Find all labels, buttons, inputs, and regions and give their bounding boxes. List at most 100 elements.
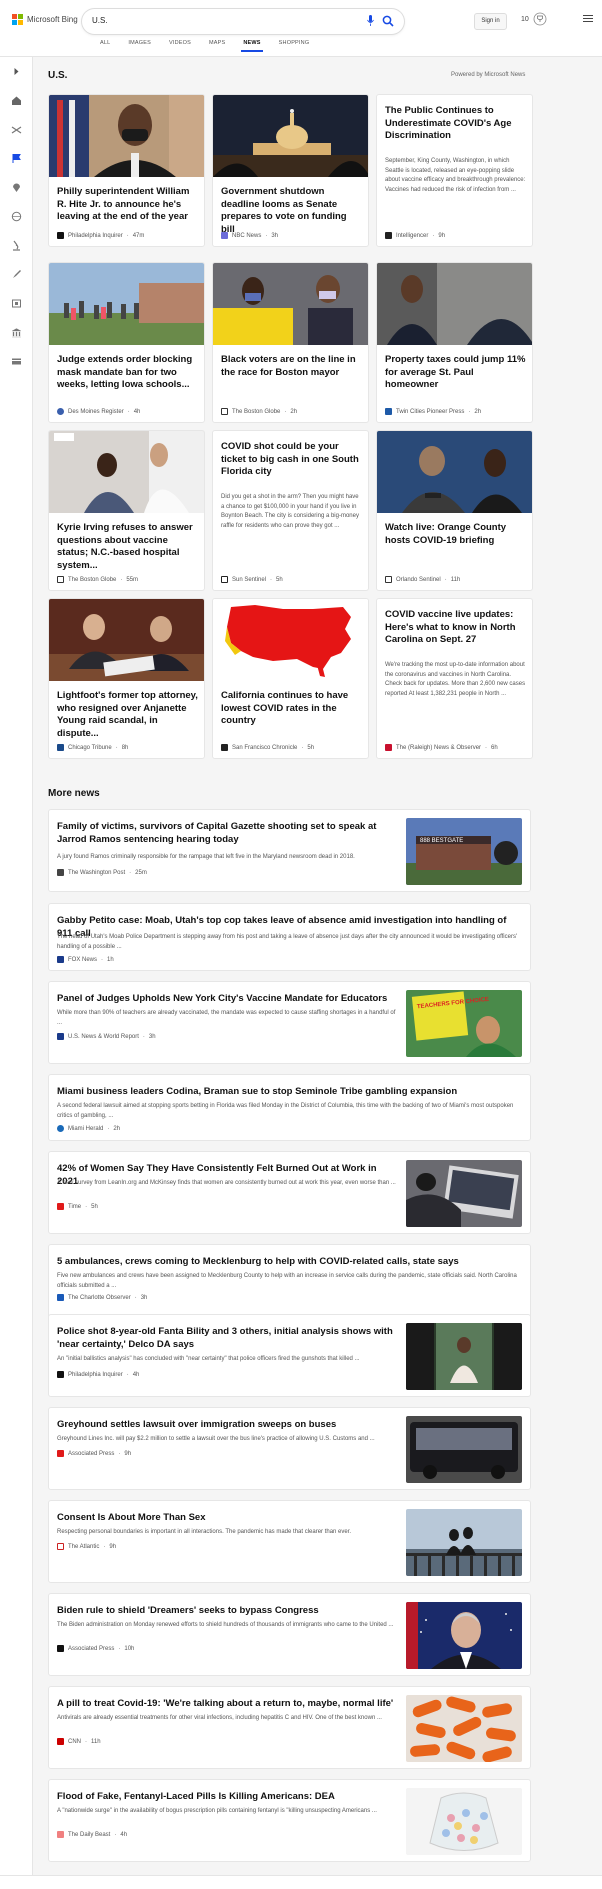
item-source[interactable]: Time · 5h bbox=[57, 1203, 98, 1210]
news-card[interactable]: Judge extends order blocking mask mandat… bbox=[48, 262, 205, 423]
card-icon[interactable] bbox=[11, 356, 22, 367]
card-title[interactable]: Philly superintendent William R. Hite Jr… bbox=[57, 186, 198, 224]
item-title[interactable]: Miami business leaders Codina, Braman su… bbox=[57, 1085, 522, 1098]
source-logo-icon bbox=[57, 1450, 64, 1457]
item-source[interactable]: U.S. News & World Report · 3h bbox=[57, 1033, 156, 1040]
news-card[interactable]: Watch live: Orange County hosts COVID-19… bbox=[376, 430, 533, 591]
item-source[interactable]: Philadelphia Inquirer · 4h bbox=[57, 1371, 139, 1378]
item-title[interactable]: 5 ambulances, crews coming to Mecklenbur… bbox=[57, 1255, 522, 1268]
news-list-item[interactable]: Family of victims, survivors of Capital … bbox=[48, 809, 531, 892]
news-image bbox=[49, 263, 204, 345]
item-title[interactable]: Family of victims, survivors of Capital … bbox=[57, 820, 397, 846]
microphone-icon[interactable] bbox=[367, 15, 374, 27]
powered-by[interactable]: Powered by Microsoft News bbox=[451, 72, 525, 78]
card-source[interactable]: Sun Sentinel · 5h bbox=[221, 576, 283, 583]
news-card[interactable]: COVID shot could be your ticket to big c… bbox=[212, 430, 369, 591]
item-title[interactable]: A pill to treat Covid-19: 'We're talking… bbox=[57, 1697, 397, 1710]
card-title[interactable]: Government shutdown deadline looms as Se… bbox=[221, 186, 362, 236]
globe-icon[interactable] bbox=[11, 211, 22, 222]
item-source[interactable]: Associated Press · 10h bbox=[57, 1645, 134, 1652]
item-source[interactable]: Miami Herald · 2h bbox=[57, 1125, 120, 1132]
news-list-item[interactable]: Greyhound settles lawsuit over immigrati… bbox=[48, 1407, 531, 1490]
news-list-item[interactable]: A pill to treat Covid-19: 'We're talking… bbox=[48, 1686, 531, 1769]
item-title[interactable]: Biden rule to shield 'Dreamers' seeks to… bbox=[57, 1604, 397, 1617]
item-snippet: An "initial ballistics analysis" has con… bbox=[57, 1356, 360, 1362]
item-title[interactable]: Panel of Judges Upholds New York City's … bbox=[57, 992, 397, 1005]
news-card[interactable]: Government shutdown deadline looms as Se… bbox=[212, 94, 369, 247]
flag-icon[interactable] bbox=[11, 153, 22, 164]
rewards-trophy-icon[interactable] bbox=[533, 12, 547, 26]
card-source[interactable]: NBC News · 3h bbox=[221, 232, 278, 239]
tab-news[interactable]: NEWS bbox=[234, 40, 269, 52]
item-title[interactable]: Flood of Fake, Fentanyl-Laced Pills Is K… bbox=[57, 1790, 397, 1803]
card-title[interactable]: COVID vaccine live updates: Here's what … bbox=[385, 609, 526, 647]
hamburger-menu-icon[interactable] bbox=[583, 15, 593, 23]
news-card[interactable]: Kyrie Irving refuses to answer questions… bbox=[48, 430, 205, 591]
item-source[interactable]: The Washington Post · 25m bbox=[57, 869, 147, 876]
search-icon[interactable] bbox=[382, 15, 394, 27]
item-source[interactable]: Associated Press · 9h bbox=[57, 1450, 131, 1457]
rewards-count[interactable]: 10 bbox=[521, 16, 529, 23]
search-input[interactable]: U.S. bbox=[92, 16, 108, 25]
microscope-icon[interactable] bbox=[11, 240, 22, 251]
news-list-item[interactable]: Gabby Petito case: Moab, Utah's top cop … bbox=[48, 903, 531, 971]
news-list-item[interactable]: Police shot 8-year-old Fanta Bility and … bbox=[48, 1314, 531, 1397]
card-title[interactable]: Black voters are on the line in the race… bbox=[221, 354, 362, 379]
card-source[interactable]: Twin Cities Pioneer Press · 2h bbox=[385, 408, 481, 415]
news-list-item[interactable]: 42% of Women Say They Have Consistently … bbox=[48, 1151, 531, 1234]
news-list-item[interactable]: Miami business leaders Codina, Braman su… bbox=[48, 1074, 531, 1141]
card-title[interactable]: The Public Continues to Underestimate CO… bbox=[385, 105, 526, 143]
news-card[interactable]: Philly superintendent William R. Hite Jr… bbox=[48, 94, 205, 247]
shuffle-icon[interactable] bbox=[11, 124, 22, 135]
tab-shopping[interactable]: SHOPPING bbox=[270, 40, 319, 52]
sign-in-button[interactable]: Sign in bbox=[474, 13, 507, 30]
bing-logo[interactable]: Microsoft Bing bbox=[12, 14, 78, 25]
tab-images[interactable]: IMAGES bbox=[119, 40, 160, 52]
tab-all[interactable]: ALL bbox=[91, 40, 119, 52]
item-title[interactable]: Police shot 8-year-old Fanta Bility and … bbox=[57, 1325, 397, 1351]
rocket-icon[interactable] bbox=[11, 269, 22, 280]
card-source[interactable]: The (Raleigh) News & Observer · 6h bbox=[385, 744, 498, 751]
card-source[interactable]: The Boston Globe · 55m bbox=[57, 576, 138, 583]
bank-icon[interactable] bbox=[11, 327, 22, 338]
news-list-item[interactable]: Panel of Judges Upholds New York City's … bbox=[48, 981, 531, 1064]
news-card[interactable]: Black voters are on the line in the race… bbox=[212, 262, 369, 423]
news-card[interactable]: Lightfoot's former top attorney, who res… bbox=[48, 598, 205, 759]
card-title[interactable]: Judge extends order blocking mask mandat… bbox=[57, 354, 198, 392]
card-source[interactable]: Intelligencer · 9h bbox=[385, 232, 445, 239]
card-title[interactable]: Property taxes could jump 11% for averag… bbox=[385, 354, 526, 392]
news-list-item[interactable]: Biden rule to shield 'Dreamers' seeks to… bbox=[48, 1593, 531, 1676]
news-card[interactable]: California continues to have lowest COVI… bbox=[212, 598, 369, 759]
card-source[interactable]: The Boston Globe · 2h bbox=[221, 408, 297, 415]
card-source[interactable]: Philadelphia Inquirer · 47m bbox=[57, 232, 144, 239]
item-source[interactable]: The Atlantic · 9h bbox=[57, 1543, 116, 1550]
card-source[interactable]: San Francisco Chronicle · 5h bbox=[221, 744, 314, 751]
item-source[interactable]: FOX News · 1h bbox=[57, 956, 114, 963]
expand-icon[interactable] bbox=[11, 66, 22, 77]
card-title[interactable]: Watch live: Orange County hosts COVID-19… bbox=[385, 522, 526, 547]
item-source[interactable]: The Charlotte Observer · 3h bbox=[57, 1294, 147, 1301]
item-snippet: Respecting personal boundaries is import… bbox=[57, 1529, 352, 1535]
film-icon[interactable] bbox=[11, 298, 22, 309]
search-box[interactable]: U.S. bbox=[82, 9, 404, 34]
card-title[interactable]: COVID shot could be your ticket to big c… bbox=[221, 441, 362, 479]
card-source[interactable]: Orlando Sentinel · 11h bbox=[385, 576, 460, 583]
card-title[interactable]: California continues to have lowest COVI… bbox=[221, 690, 362, 728]
item-title[interactable]: Greyhound settles lawsuit over immigrati… bbox=[57, 1418, 397, 1431]
location-icon[interactable] bbox=[11, 182, 22, 193]
card-source[interactable]: Des Moines Register · 4h bbox=[57, 408, 140, 415]
news-card[interactable]: Property taxes could jump 11% for averag… bbox=[376, 262, 533, 423]
card-source[interactable]: Chicago Tribune · 8h bbox=[57, 744, 128, 751]
card-title[interactable]: Kyrie Irving refuses to answer questions… bbox=[57, 522, 198, 572]
item-title[interactable]: Consent Is About More Than Sex bbox=[57, 1511, 397, 1524]
news-card[interactable]: COVID vaccine live updates: Here's what … bbox=[376, 598, 533, 759]
tab-videos[interactable]: VIDEOS bbox=[160, 40, 200, 52]
news-card[interactable]: The Public Continues to Underestimate CO… bbox=[376, 94, 533, 247]
home-icon[interactable] bbox=[11, 95, 22, 106]
tab-maps[interactable]: MAPS bbox=[200, 40, 234, 52]
news-list-item[interactable]: Consent Is About More Than Sex Respectin… bbox=[48, 1500, 531, 1583]
card-title[interactable]: Lightfoot's former top attorney, who res… bbox=[57, 690, 198, 740]
item-source[interactable]: The Daily Beast · 4h bbox=[57, 1831, 127, 1838]
item-source[interactable]: CNN · 11h bbox=[57, 1738, 101, 1745]
news-list-item[interactable]: Flood of Fake, Fentanyl-Laced Pills Is K… bbox=[48, 1779, 531, 1862]
